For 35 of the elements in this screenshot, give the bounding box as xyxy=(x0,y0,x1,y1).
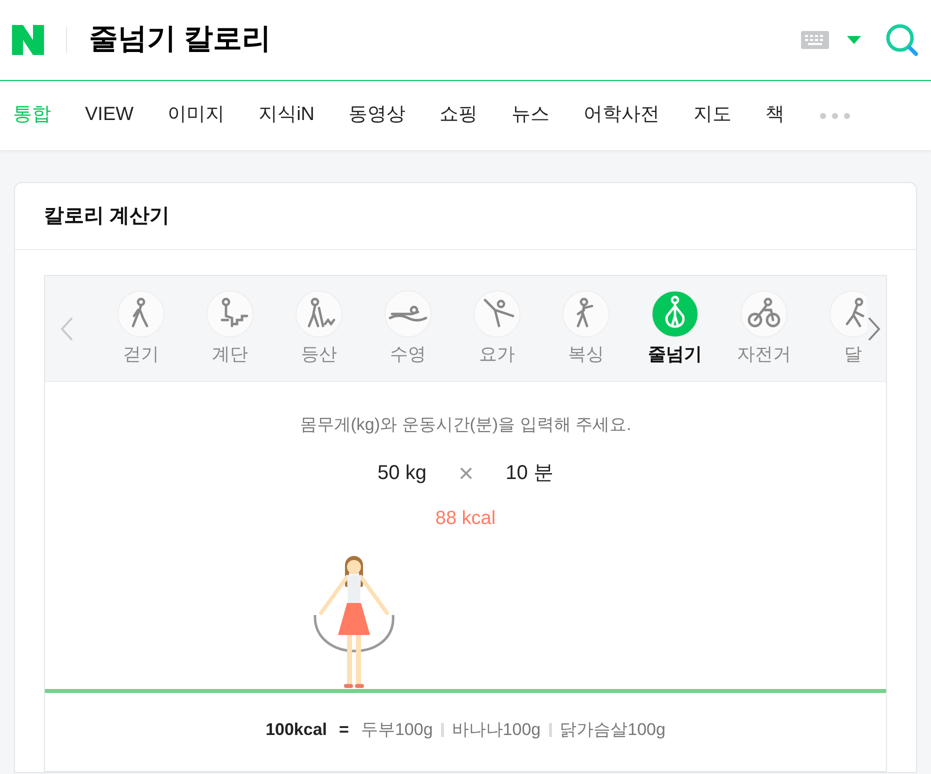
duration-input[interactable]: 10 분 xyxy=(502,458,558,488)
activity-icon xyxy=(829,290,867,338)
activity-icon xyxy=(206,290,254,338)
activity-tab[interactable]: 줄넘기 xyxy=(643,290,707,368)
activity-icon xyxy=(117,290,165,338)
activity-icon xyxy=(473,290,521,338)
nav-tab[interactable]: 뉴스 xyxy=(512,101,550,130)
equals-sign: = xyxy=(339,719,349,741)
card-title: 칼로리 계산기 xyxy=(44,204,170,229)
reference-label: 100kcal xyxy=(266,719,328,741)
food-item: 바나나100g xyxy=(452,719,541,741)
dropdown-caret-icon[interactable] xyxy=(847,36,861,44)
nav-tab[interactable]: 지도 xyxy=(694,101,732,130)
instruction-text: 몸무게(kg)와 운동시간(분)을 입력해 주세요. xyxy=(298,414,632,436)
activity-icon xyxy=(384,290,432,338)
multiply-sign: × xyxy=(458,456,474,490)
nav-tab[interactable]: 어학사전 xyxy=(584,101,660,130)
nav-tab[interactable]: 책 xyxy=(766,101,785,130)
nav-tab[interactable]: 쇼핑 xyxy=(440,101,478,130)
activity-icon xyxy=(651,290,699,338)
weight-input[interactable]: 50 kg xyxy=(374,458,430,488)
nav-tab[interactable]: VIEW xyxy=(85,101,134,130)
activity-icon xyxy=(295,290,343,338)
search-icon[interactable] xyxy=(885,23,919,57)
nav-tab[interactable]: 동영상 xyxy=(348,101,406,130)
calorie-result: 88 kcal xyxy=(434,506,497,530)
activity-icon xyxy=(740,290,788,338)
activity-icon xyxy=(562,290,610,338)
keyboard-icon[interactable] xyxy=(801,31,829,49)
nav-tab[interactable]: 이미지 xyxy=(168,101,225,130)
nav-tab[interactable]: 지식iN xyxy=(258,101,315,130)
logo-icon[interactable] xyxy=(12,25,44,55)
food-item: 두부100g xyxy=(360,719,433,741)
food-item: 닭가슴살100g xyxy=(560,719,666,741)
more-icon[interactable] xyxy=(818,112,851,120)
